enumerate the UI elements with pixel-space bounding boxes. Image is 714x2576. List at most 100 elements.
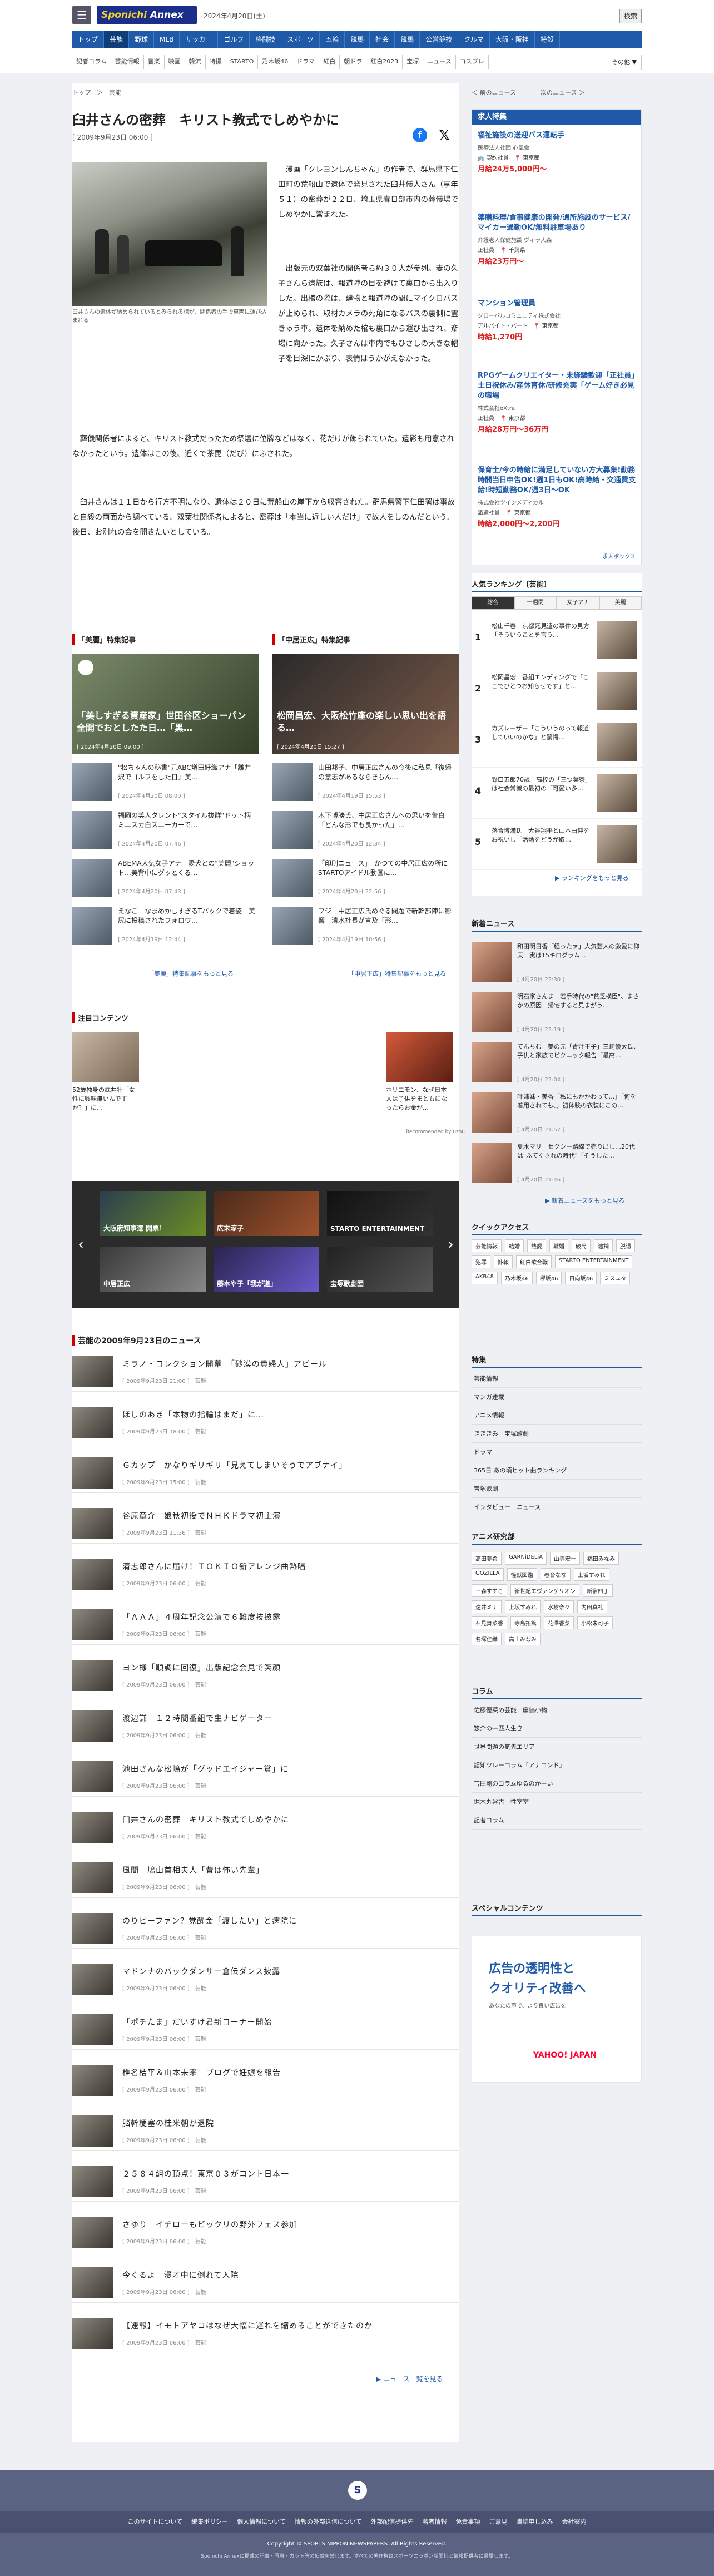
notice-item[interactable]: ホリエモン、なぜ日本人は子供をまともになったらお金が… [386,1032,453,1113]
gnav-item[interactable]: 格闘技 [250,31,282,48]
subnav-item[interactable]: 朝ドラ [340,55,367,69]
footer-nav-item[interactable]: このサイトについて [127,2511,182,2533]
special-list-item[interactable]: 福岡の美人タレント"スタイル抜群"ドット柄ミニスカ白スニーカーで… [ 2024年… [72,811,259,853]
ranking-more-link[interactable]: ▶ ランキングをもっと見る [555,873,629,882]
tag-link[interactable]: 内田真礼 [577,1600,607,1613]
special-left-more-link[interactable]: 「美麗」特集記事をもっと見る [148,969,234,978]
subnav-item[interactable]: 紅白2023 [366,55,403,69]
tag-link[interactable]: 水樹奈々 [544,1600,574,1613]
ranking-tab[interactable]: 総合 [472,596,514,610]
carousel-tile[interactable]: 大阪府知事選 開票！ [100,1191,206,1236]
gnav-item[interactable]: ゴルフ [218,31,250,48]
footer-nav-item[interactable]: 個人情報について [237,2511,286,2533]
tag-link[interactable]: STARTO ENTERTAINMENT [555,1255,633,1268]
tag-link[interactable]: 新世紀エヴァンゲリオン [510,1584,579,1597]
tag-link[interactable]: 上坂すみれ [573,1568,609,1581]
tag-link[interactable]: 上坂すみれ [505,1600,541,1613]
news-row[interactable]: 風間 鳩山首相夫人「昔は怖い先輩」 [ 2009年9月23日 06:00 ] 芸能 [72,1859,459,1898]
tag-link[interactable]: 結婚 [505,1239,524,1252]
tag-link[interactable]: AKB48 [472,1272,498,1284]
tag-link[interactable]: 怪獣図鑑 [507,1568,537,1581]
special-list-item[interactable]: フジ 中居正広氏めぐる問題で新幹部陣に影響 清水社長が言及「形… [ 2024年4… [272,907,459,949]
x-share-icon[interactable]: 𝕏 [437,128,452,142]
news-more-link[interactable]: ▶ ニュース一覧を見る [376,2374,443,2384]
tag-link[interactable]: 山寺宏一 [550,1552,581,1565]
subnav-item[interactable]: 記者コラム [72,55,111,69]
footer-nav-item[interactable]: 編集ポリシー [191,2511,228,2533]
link-item[interactable]: 宝塚歌劇 [472,1480,642,1498]
news-row[interactable]: のりピーファン？覚醒金「渡したい」と病院に [ 2009年9月23日 06:00 … [72,1910,459,1949]
article-pager[interactable]: ＜ 前のニュース 次のニュース ＞ [472,88,585,97]
facebook-share-icon[interactable]: f [413,128,427,142]
news-row[interactable]: 【速報】イモトアヤコはなぜ大幅に遅れを縮めることができたのか [ 2009年9月2… [72,2315,459,2353]
gnav-item[interactable]: 大阪・阪神 [490,31,535,48]
news-row[interactable]: マドンナのバックダンサー倉伝ダンス披露 [ 2009年9月23日 06:00 ] … [72,1960,459,1999]
ranking-row[interactable]: 4 野口五郎70歳 高校の「三つ葉寮」は社会常識の最初の「可愛い多… [472,769,642,819]
tag-link[interactable]: 芸能情報 [472,1239,502,1252]
subnav-item[interactable]: STARTO [226,55,259,69]
gnav-item[interactable]: 社会 [370,31,395,48]
link-item[interactable]: ドラマ [472,1443,642,1461]
tag-link[interactable]: 石見舞菜香 [472,1616,507,1629]
gnav-item[interactable]: 公営競技 [420,31,459,48]
tag-link[interactable]: 犯罪 [472,1255,490,1268]
gnav-item[interactable]: 芸能 [104,31,130,48]
news-row[interactable]: ２５８４組の頂点！東京０３がコント日本一 [ 2009年9月23日 06:00 ]… [72,2163,459,2202]
special-list-item[interactable]: 木下博勝氏、中居正広さんへの思いを告白「どんな形でも良かった」… [ 2024年4… [272,811,459,853]
new-news-row[interactable]: てんちむ 美の元「青汁王子」三崎優太氏、子供と家族でピクニック報告「最高… [ 4… [472,1040,642,1087]
new-news-row[interactable]: 和田明日香「経ったァ」人気芸人の激愛に仰天 実は15キログラム… [ 4月20日 … [472,940,642,987]
ranking-row[interactable]: 5 落合博満氏 大谷翔平と山本由伸をお祝いし「活動をどうが取… [472,820,642,870]
tag-link[interactable]: 寺島拓篤 [510,1616,541,1629]
link-item[interactable]: 佐藤優菜の芸能 廉価小物 [472,1701,642,1719]
tag-link[interactable]: 花澤香菜 [544,1616,574,1629]
new-news-row[interactable]: 叶姉妹・美香「私にもかかわって…」「何を着用されても、」初体験の衣装にこの… [ … [472,1090,642,1137]
subnav-item[interactable]: 韓流 [185,55,206,69]
new-news-row[interactable]: 明石家さんま 若手時代の"貧乏横臣"、まさかの原因 帰宅すると見まがう… [ 4月… [472,990,642,1037]
news-row[interactable]: 臼井さんの密葬 キリスト教式でしめやかに [ 2009年9月23日 06:00 ]… [72,1808,459,1847]
carousel-tile[interactable]: 藤本や子「我が道」 [214,1247,319,1292]
special-right-more-link[interactable]: 「中居正広」特集記事をもっと見る [348,969,446,978]
tag-link[interactable]: 逮捕 [594,1239,613,1252]
subnav-item[interactable]: 宝塚 [403,55,424,69]
job-item[interactable]: 薬膳料理/食事健康の開発/通所施設のサービス/マイカー通勤OK/無料駐車場あり介… [478,213,637,266]
news-row[interactable]: ヨン様「順調に回復」出版記念会見で笑顔 [ 2009年9月23日 06:00 ] … [72,1657,459,1695]
gnav-item[interactable]: 五輪 [320,31,345,48]
sub-nav-more-button[interactable]: その他 ▼ [607,55,642,70]
special-list-item[interactable]: "松ちゃんの秘書"元ABC増田好織アナ「離井沢でゴルフをした日」美… [ 2024… [72,763,259,805]
subnav-item[interactable]: 特撮 [206,55,226,69]
subnav-item[interactable]: ニュース [423,55,456,69]
tag-link[interactable]: 訃報 [494,1255,513,1268]
tag-link[interactable]: 離婚 [549,1239,568,1252]
tag-link[interactable]: 高田夢希 [472,1552,502,1565]
footer-nav-item[interactable]: 会社案内 [562,2511,587,2533]
gnav-item[interactable]: サッカー [180,31,219,48]
special-list-item[interactable]: 山田邦子、中居正広さんの今後に私見「復帰の意志があるならきちん… [ 2024年4… [272,763,459,805]
ad-banner[interactable]: 広告の透明性と クオリティ改善へ あなたの声で、より良い広告を YAHOO! J… [472,1936,642,2083]
subnav-item[interactable]: コスプレ [456,55,489,69]
subnav-item[interactable]: 芸能情報 [111,55,144,69]
news-row[interactable]: 椎名桔平＆山本未来 ブログで妊娠を報告 [ 2009年9月23日 06:00 ] … [72,2061,459,2100]
news-row[interactable]: ほしのあき「本物の指輪はまだ」に… [ 2009年9月23日 18:00 ] 芸能 [72,1403,459,1442]
site-logo[interactable]: Sponichi Annex [97,6,197,24]
link-item[interactable]: アニメ情報 [472,1406,642,1425]
gnav-item[interactable]: 競馬 [345,31,370,48]
link-item[interactable]: 記者コラム [472,1811,642,1830]
gnav-item[interactable]: トップ [72,31,105,48]
link-item[interactable]: 芸能情報 [472,1369,642,1388]
subnav-item[interactable]: 紅白 [319,55,340,69]
link-item[interactable]: マンガ連載 [472,1388,642,1406]
link-item[interactable]: 世界問題の気先エリア [472,1738,642,1756]
ranking-row[interactable]: 1 松山千春 京都死見遣の事件の見方「そういうことを言う… [472,615,642,665]
search-button[interactable]: 検索 [619,9,642,23]
footer-nav-item[interactable]: 外部配信提供先 [371,2511,414,2533]
tag-link[interactable]: GARNiDELiA [505,1552,547,1565]
tag-link[interactable]: 小松未可子 [577,1616,613,1629]
carousel-tile[interactable]: 宝塚歌劇団 [327,1247,433,1292]
ranking-row[interactable]: 2 松岡昌宏 番組エンディングで「ここでひとつお知らせです」と… [472,666,642,716]
subnav-item[interactable]: 音楽 [144,55,165,69]
tag-link[interactable]: 脱退 [616,1239,635,1252]
special-left-main-image[interactable]: 「美しすぎる資産家」世田谷区ショーパン全開でおとしたた日…「黒… [ 2024年… [72,654,259,754]
link-item[interactable]: 吉田剛のコラムゆるのかーい [472,1774,642,1793]
news-row[interactable]: 池田さんな松嶋が「グッドエイジャー賞」に [ 2009年9月23日 06:00 ]… [72,1758,459,1797]
tag-link[interactable]: 日向坂46 [565,1272,597,1284]
